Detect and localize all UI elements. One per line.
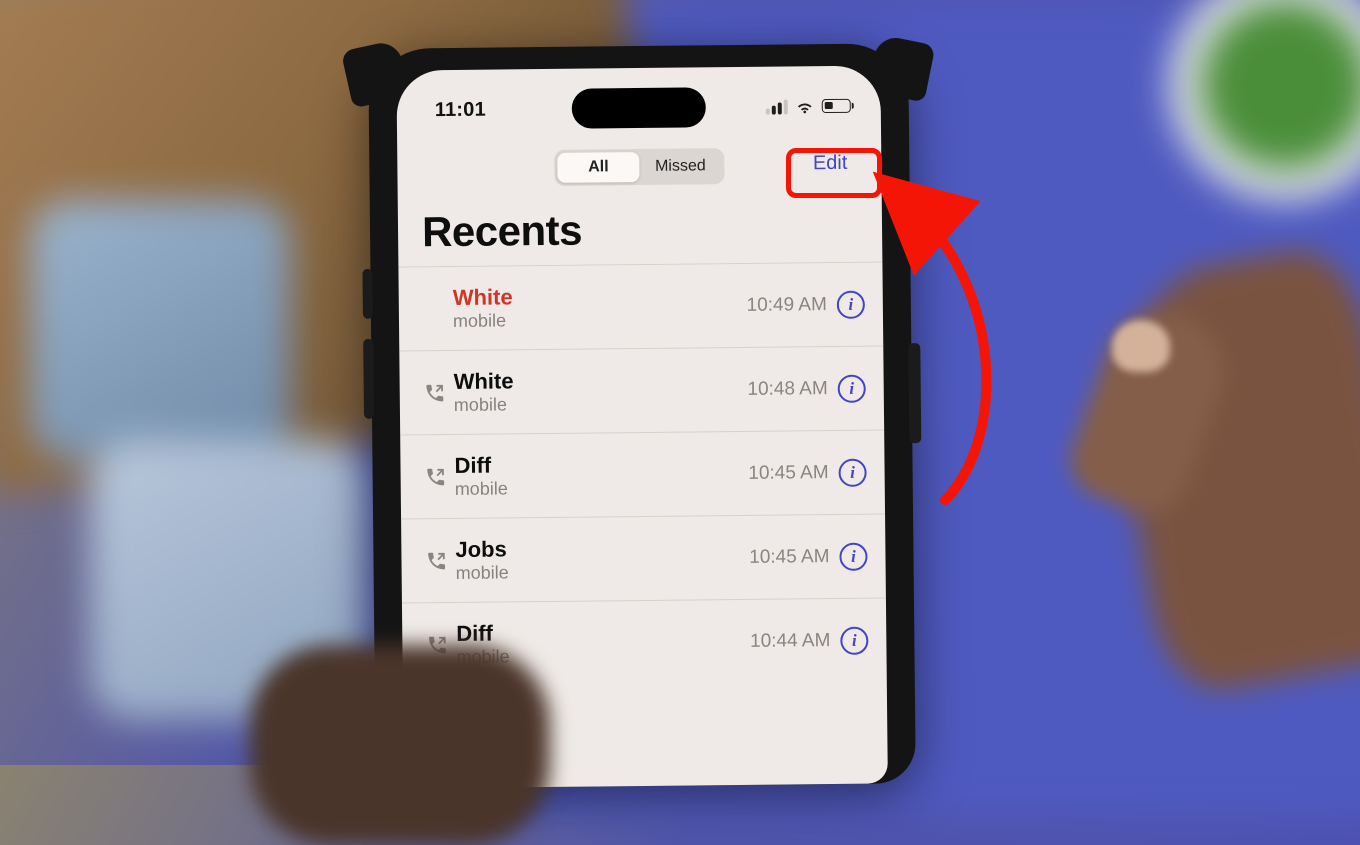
info-icon[interactable]: i xyxy=(837,290,865,318)
call-time: 10:44 AM xyxy=(750,630,831,653)
status-icons xyxy=(766,98,851,115)
thumbnail xyxy=(1112,320,1170,372)
segment-all[interactable]: All xyxy=(557,152,639,183)
call-time: 10:45 AM xyxy=(749,546,830,569)
call-time: 10:45 AM xyxy=(748,462,829,485)
outgoing-call-icon xyxy=(424,381,454,403)
call-row[interactable]: Jobs mobile 10:45 AM i xyxy=(401,513,886,602)
call-name: Diff xyxy=(454,450,748,478)
call-name: Diff xyxy=(456,618,750,646)
call-name: Jobs xyxy=(455,534,749,562)
call-time: 10:49 AM xyxy=(746,294,827,317)
call-row[interactable]: White mobile 10:49 AM i xyxy=(398,261,883,350)
cellular-signal-icon xyxy=(766,99,788,114)
info-icon[interactable]: i xyxy=(838,374,866,402)
call-label: mobile xyxy=(456,560,750,584)
call-time: 10:48 AM xyxy=(747,378,828,401)
info-icon[interactable]: i xyxy=(839,542,867,570)
dynamic-island xyxy=(572,87,706,128)
call-row[interactable]: Diff mobile 10:45 AM i xyxy=(400,429,885,518)
outgoing-call-icon xyxy=(425,549,455,571)
call-label: mobile xyxy=(454,392,748,416)
filter-segmented-control[interactable]: All Missed xyxy=(554,148,724,186)
battery-icon xyxy=(822,99,851,113)
info-icon[interactable]: i xyxy=(840,626,868,654)
hand-left xyxy=(250,645,550,845)
status-time: 11:01 xyxy=(435,98,486,122)
outgoing-call-icon xyxy=(425,465,455,487)
segment-missed[interactable]: Missed xyxy=(639,151,721,182)
page-title: Recents xyxy=(422,207,582,257)
call-label: mobile xyxy=(455,476,749,500)
call-row[interactable]: White mobile 10:48 AM i xyxy=(399,345,884,434)
call-label: mobile xyxy=(453,308,747,332)
nav-bar: All Missed Edit xyxy=(397,143,881,190)
edit-button[interactable]: Edit xyxy=(799,146,862,181)
call-name: White xyxy=(453,366,747,394)
wifi-icon xyxy=(795,98,815,114)
info-icon[interactable]: i xyxy=(838,458,866,486)
call-name: White xyxy=(453,282,747,310)
